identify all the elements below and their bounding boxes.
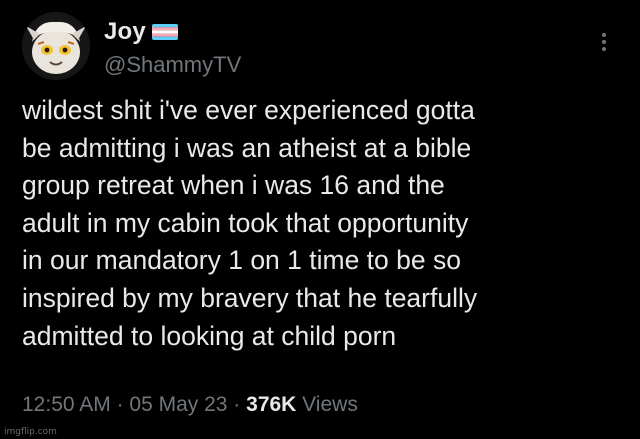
tweet-header: Joy @ShammyTV (104, 14, 241, 78)
tweet-text-line: wildest shit i've ever experienced gotta (22, 95, 475, 125)
tweet-date[interactable]: 05 May 23 (129, 393, 227, 416)
display-name-row: Joy (104, 14, 241, 50)
avatar-image (22, 12, 90, 80)
tweet-text-line: group retreat when i was 16 and the (22, 170, 445, 201)
meta-separator: · (110, 393, 130, 416)
tweet-text-line: admitted to looking at child porn (22, 320, 397, 351)
meta-separator: · (227, 393, 247, 416)
avatar[interactable] (22, 12, 90, 80)
tweet-card: Joy @ShammyTV wildest shit i've ever exp… (0, 0, 640, 439)
user-handle[interactable]: @ShammyTV (104, 52, 241, 78)
tweet-text: wildest shit i've ever experienced gotta… (22, 92, 622, 355)
more-options-icon[interactable] (594, 28, 614, 56)
transgender-flag-icon (151, 24, 178, 40)
tweet-meta: 12:50 AM · 05 May 23 · 376K Views (22, 393, 358, 417)
tweet-text-line: in our mandatory 1 on 1 time to be so (22, 245, 461, 276)
views-label: Views (296, 393, 358, 416)
display-name[interactable]: Joy (104, 18, 146, 46)
views-count[interactable]: 376K (246, 393, 296, 416)
tweet-time[interactable]: 12:50 AM (22, 393, 111, 416)
tweet-text-line: be admitting i was an atheist at a bible (22, 132, 472, 163)
tweet-text-line: inspired by my bravery that he tearfully (22, 282, 478, 313)
watermark: imgflip.com (4, 427, 57, 437)
tweet-text-line: adult in my cabin took that opportunity (22, 207, 469, 238)
